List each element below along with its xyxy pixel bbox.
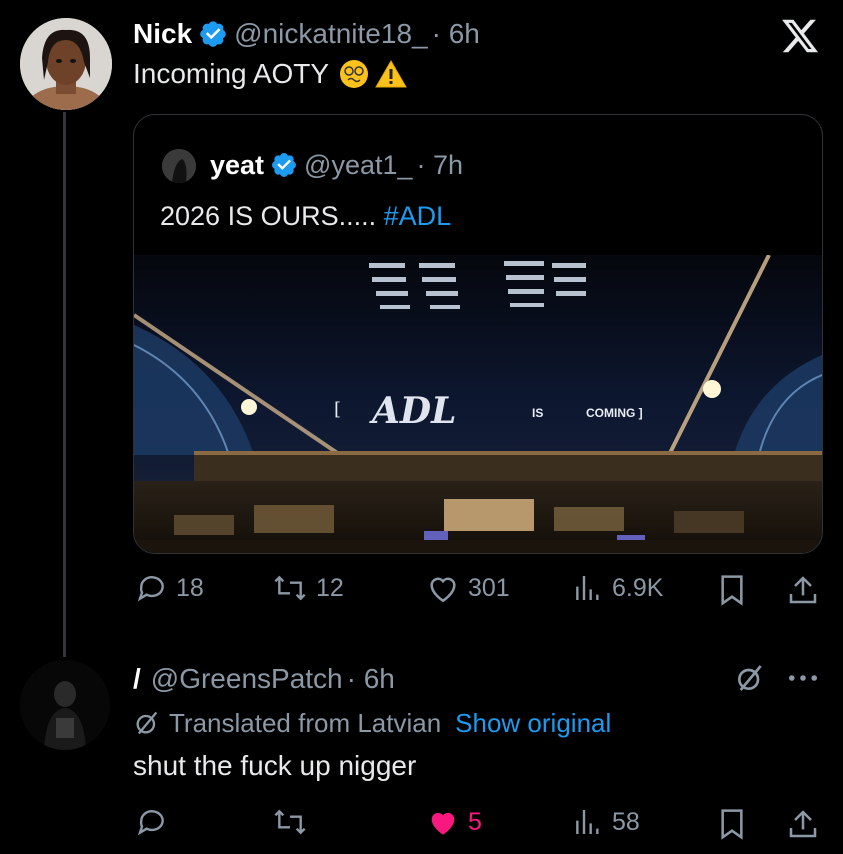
reply-text: shut the fuck up nigger <box>133 750 417 781</box>
quote-tweet-card[interactable]: yeat @yeat1_ · 7h 2026 IS OURS..... #ADL <box>133 114 823 554</box>
quote-media-image[interactable]: [ ADL IS COMING ] <box>134 255 822 553</box>
quote-author-handle: @yeat1_ <box>304 149 413 180</box>
banner-coming-text: COMING ] <box>586 406 643 420</box>
reply-views-count: 58 <box>612 807 640 836</box>
bookmark-icon <box>721 575 743 606</box>
more-options-icon[interactable] <box>786 664 820 697</box>
reply-count: 18 <box>176 573 204 602</box>
reply-header: / @GreensPatch · 6h <box>133 660 395 698</box>
reply-views-action[interactable]: 58 <box>572 806 640 838</box>
translated-from-label: Translated from Latvian <box>169 707 442 738</box>
reply-like-action[interactable]: 5 <box>426 806 482 838</box>
reply-bookmark-action[interactable] <box>718 808 746 845</box>
repost-icon <box>274 809 306 835</box>
quote-text-content: 2026 IS OURS..... <box>160 201 377 231</box>
bookmark-action[interactable] <box>718 574 746 611</box>
reply-icon <box>137 810 164 836</box>
share-icon <box>789 576 817 604</box>
tweet-text-content: Incoming AOTY <box>133 58 330 89</box>
banner-bracket-left: [ <box>334 399 341 420</box>
share-action[interactable] <box>788 574 818 611</box>
views-icon <box>576 810 599 834</box>
translate-icon <box>136 711 158 735</box>
show-original-link[interactable]: Show original <box>455 708 611 739</box>
dizzy-face-emoji-icon <box>339 59 369 89</box>
reply-share-action[interactable] <box>788 808 818 845</box>
quote-header: yeat @yeat1_ · 7h <box>210 145 463 185</box>
verified-badge-icon <box>200 21 226 47</box>
station-scene-image: [ ADL IS COMING ] <box>134 255 822 553</box>
x-logo-icon[interactable] <box>780 16 820 56</box>
tweet-header: Nick @nickatnite18_ · 6h <box>133 14 480 54</box>
reply-author-name[interactable]: / <box>133 663 141 695</box>
reply-like-count: 5 <box>468 807 482 836</box>
warning-icon <box>375 59 407 89</box>
banner-logo-text: ADL <box>369 390 456 432</box>
thread-line <box>63 112 66 657</box>
views-action[interactable]: 6.9K <box>572 572 663 604</box>
quote-time: · 7h <box>416 149 464 180</box>
quote-author-name: yeat <box>210 149 265 180</box>
reply-avatar[interactable] <box>20 660 110 750</box>
repost-action[interactable]: 12 <box>272 572 344 604</box>
reply-time[interactable]: · 6h <box>347 663 395 695</box>
like-count: 301 <box>468 573 510 602</box>
reply-reply-action[interactable] <box>136 806 176 838</box>
tweet-time[interactable]: · 6h <box>432 18 480 50</box>
heart-filled-icon <box>431 812 455 835</box>
views-icon <box>576 576 599 600</box>
banner-is-text: IS <box>532 406 543 420</box>
tweet-text: Incoming AOTY <box>133 58 407 90</box>
reply-avatar-image <box>20 660 110 750</box>
quote-hashtag-link[interactable]: #ADL <box>384 201 452 231</box>
heart-icon <box>430 577 456 603</box>
grok-icon[interactable] <box>734 662 766 699</box>
translation-notice: Translated from Latvian Show original <box>133 704 611 742</box>
quote-verified-badge-icon <box>272 153 297 177</box>
author-avatar[interactable] <box>20 18 112 110</box>
views-count: 6.9K <box>612 573 664 602</box>
reply-icon <box>137 576 164 602</box>
author-avatar-image <box>20 18 112 110</box>
reply-repost-action[interactable] <box>272 806 316 838</box>
bookmark-icon <box>721 809 743 840</box>
quote-text: 2026 IS OURS..... #ADL <box>160 201 451 232</box>
reply-author-handle[interactable]: @GreensPatch <box>151 663 343 695</box>
quote-author-avatar <box>162 149 196 183</box>
author-name[interactable]: Nick <box>133 18 192 50</box>
share-icon <box>789 810 817 838</box>
author-handle[interactable]: @nickatnite18_ <box>234 18 427 50</box>
like-action[interactable]: 301 <box>426 572 510 604</box>
repost-count: 12 <box>316 573 344 602</box>
reply-action[interactable]: 18 <box>136 572 204 604</box>
repost-icon <box>274 575 306 601</box>
